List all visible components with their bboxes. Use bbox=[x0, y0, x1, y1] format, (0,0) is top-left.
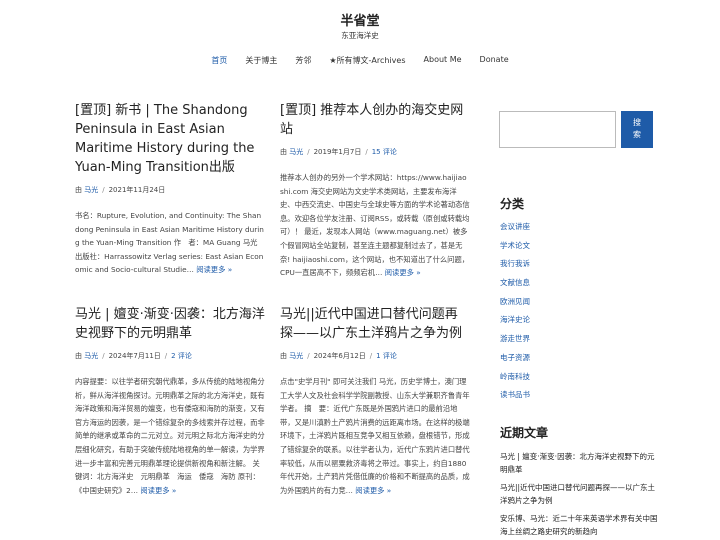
read-more-link[interactable]: 阅读更多 » bbox=[140, 486, 176, 495]
category-list: 会议讲座 学术论文 我行我诉 文献信息 欧洲见闻 海洋史论 游走世界 电子资源 … bbox=[500, 222, 530, 409]
post-comments-link[interactable]: 15 评论 bbox=[372, 148, 397, 156]
nav-about-blogger[interactable]: 关于博主 bbox=[236, 55, 286, 66]
nav-neighbors[interactable]: 芳邻 bbox=[286, 55, 320, 66]
post-author-link[interactable]: 马光 bbox=[289, 148, 303, 156]
recent-post-item: 马光 | 嬗变·渐变·因袭：北方海洋史视野下的元明鼎革 bbox=[500, 452, 655, 474]
post-meta: 由 马光/2024年6月12日/1 评论 bbox=[280, 352, 397, 360]
post-comments-link[interactable]: 2 评论 bbox=[171, 352, 192, 360]
read-more-link[interactable]: 阅读更多 » bbox=[355, 486, 391, 495]
post-author-link[interactable]: 马光 bbox=[289, 352, 303, 360]
recent-posts-list: 马光 | 嬗变·渐变·因袭：北方海洋史视野下的元明鼎革 马光||近代中国进口替代… bbox=[500, 451, 660, 540]
category-item: 文献信息 bbox=[500, 278, 530, 288]
recent-posts-heading: 近期文章 bbox=[500, 426, 549, 440]
post-card: 马光 | 嬗变·渐变·因袭：北方海洋史视野下的元明鼎革 由 马光/2024年7月… bbox=[75, 305, 265, 497]
post-excerpt: 点击"史学月刊" 即可关注我们 马光，历史学博士，澳门理工大学人文及社会科学学院… bbox=[280, 377, 470, 495]
post-comments-link[interactable]: 1 评论 bbox=[376, 352, 397, 360]
category-item: 读书品书 bbox=[500, 390, 530, 400]
post-author-link[interactable]: 马光 bbox=[84, 352, 98, 360]
post-date: 2024年6月12日 bbox=[313, 352, 366, 360]
post-author-link[interactable]: 马光 bbox=[84, 186, 98, 194]
post-card: [置顶] 推荐本人创办的海交史网站 由 马光/2019年1月7日/15 评论 推… bbox=[280, 101, 470, 280]
post-date: 2021年11月24日 bbox=[108, 186, 166, 194]
post-excerpt: 推荐本人创办的另外一个学术网站：https://www.haijiaoshi.c… bbox=[280, 173, 470, 278]
read-more-link[interactable]: 阅读更多 » bbox=[385, 268, 421, 277]
search-input[interactable] bbox=[499, 111, 616, 148]
category-item: 会议讲座 bbox=[500, 222, 530, 231]
post-title[interactable]: [置顶] 推荐本人创办的海交史网站 bbox=[280, 101, 470, 139]
post-excerpt: 书名：Rupture, Evolution, and Continuity: T… bbox=[75, 211, 264, 275]
category-item: 欧洲见闻 bbox=[500, 296, 530, 306]
post-date: 2024年7月11日 bbox=[108, 352, 161, 360]
read-more-link[interactable]: 阅读更多 » bbox=[196, 265, 232, 274]
category-item: 电子资源 bbox=[500, 352, 530, 362]
search-button[interactable]: 搜索 bbox=[621, 111, 653, 148]
category-item: 学术论文 bbox=[500, 240, 530, 250]
post-title[interactable]: 马光||近代中国进口替代问题再探——以广东土洋鸦片之争为例 bbox=[280, 305, 470, 343]
category-item: 游走世界 bbox=[500, 334, 530, 344]
category-item: 海洋史论 bbox=[500, 315, 530, 325]
main-nav: 首页 关于博主 芳邻 ★所有博文-Archives About Me Donat… bbox=[0, 55, 720, 66]
recent-post-item: 安乐博、马光：近二十年来英语学术界有关中国海上丝绸之路史研究的新趋向 bbox=[500, 514, 658, 536]
category-item: 我行我诉 bbox=[500, 259, 530, 269]
post-meta: 由 马光/2019年1月7日/15 评论 bbox=[280, 148, 397, 156]
post-excerpt: 内容提要：以往学者研究朝代鼎革，多从传统的陆地视角分析，鲜从海洋视角探讨。元明鼎… bbox=[75, 377, 265, 495]
category-item: 岭南科技 bbox=[500, 371, 530, 381]
post-card: 马光||近代中国进口替代问题再探——以广东土洋鸦片之争为例 由 马光/2024年… bbox=[280, 305, 470, 497]
site-tagline: 东亚海洋史 bbox=[341, 31, 379, 40]
post-date: 2019年1月7日 bbox=[313, 148, 362, 156]
site-title[interactable]: 半省堂 bbox=[0, 10, 720, 29]
recent-post-item: 马光||近代中国进口替代问题再探——以广东土洋鸦片之争为例 bbox=[500, 483, 656, 505]
post-title[interactable]: 马光 | 嬗变·渐变·因袭：北方海洋史视野下的元明鼎革 bbox=[75, 305, 265, 343]
nav-archives[interactable]: ★所有博文-Archives bbox=[320, 55, 414, 66]
post-meta: 由 马光/2024年7月11日/2 评论 bbox=[75, 352, 192, 360]
post-title[interactable]: [置顶] 新书 | The Shandong Peninsula in East… bbox=[75, 101, 265, 177]
nav-home[interactable]: 首页 bbox=[202, 55, 236, 66]
categories-heading: 分类 bbox=[500, 197, 525, 211]
nav-about-me[interactable]: About Me bbox=[415, 55, 471, 66]
nav-donate[interactable]: Donate bbox=[471, 55, 518, 66]
post-meta: 由 马光/2021年11月24日 bbox=[75, 186, 166, 194]
post-card: [置顶] 新书 | The Shandong Peninsula in East… bbox=[75, 101, 265, 277]
